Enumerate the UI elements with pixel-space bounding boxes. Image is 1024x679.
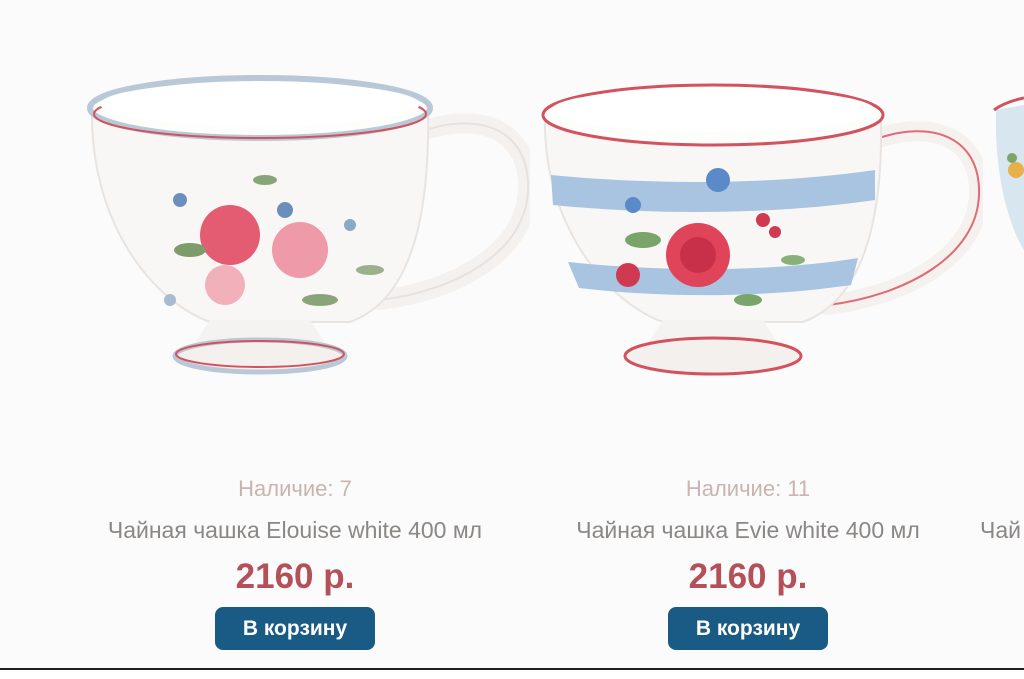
teacup-illustration [541, 83, 983, 376]
product-title[interactable]: Чайная чашка Elouise white 400 мл [60, 516, 530, 544]
stock-label: Наличие: 11 [685, 476, 811, 501]
product-price: 2160 р. [235, 557, 355, 596]
teacup-illustration [87, 75, 530, 375]
screen-bottom-edge [0, 668, 1024, 679]
product-carousel: Наличие: 7 Чайная чашка Elouise white 40… [0, 0, 1024, 668]
product-card: Наличие: 11 Чайная чашка Evie white 400 … [513, 0, 983, 668]
add-to-cart-button[interactable]: В корзину [668, 607, 828, 650]
product-title[interactable]: Чайная чашка Evie white 400 мл [513, 516, 983, 544]
product-price: 2160 р. [688, 557, 808, 596]
product-image-elouise-cup[interactable] [60, 0, 530, 420]
product-image-partial[interactable] [966, 0, 1024, 420]
product-card: Чай [966, 0, 1024, 668]
teacup-illustration [993, 96, 1024, 250]
product-card: Наличие: 7 Чайная чашка Elouise white 40… [60, 0, 530, 668]
stock-label: Наличие: 7 [238, 476, 352, 501]
product-image-evie-cup[interactable] [513, 0, 983, 420]
add-to-cart-button[interactable]: В корзину [215, 607, 375, 650]
product-title[interactable]: Чай [980, 516, 1024, 544]
